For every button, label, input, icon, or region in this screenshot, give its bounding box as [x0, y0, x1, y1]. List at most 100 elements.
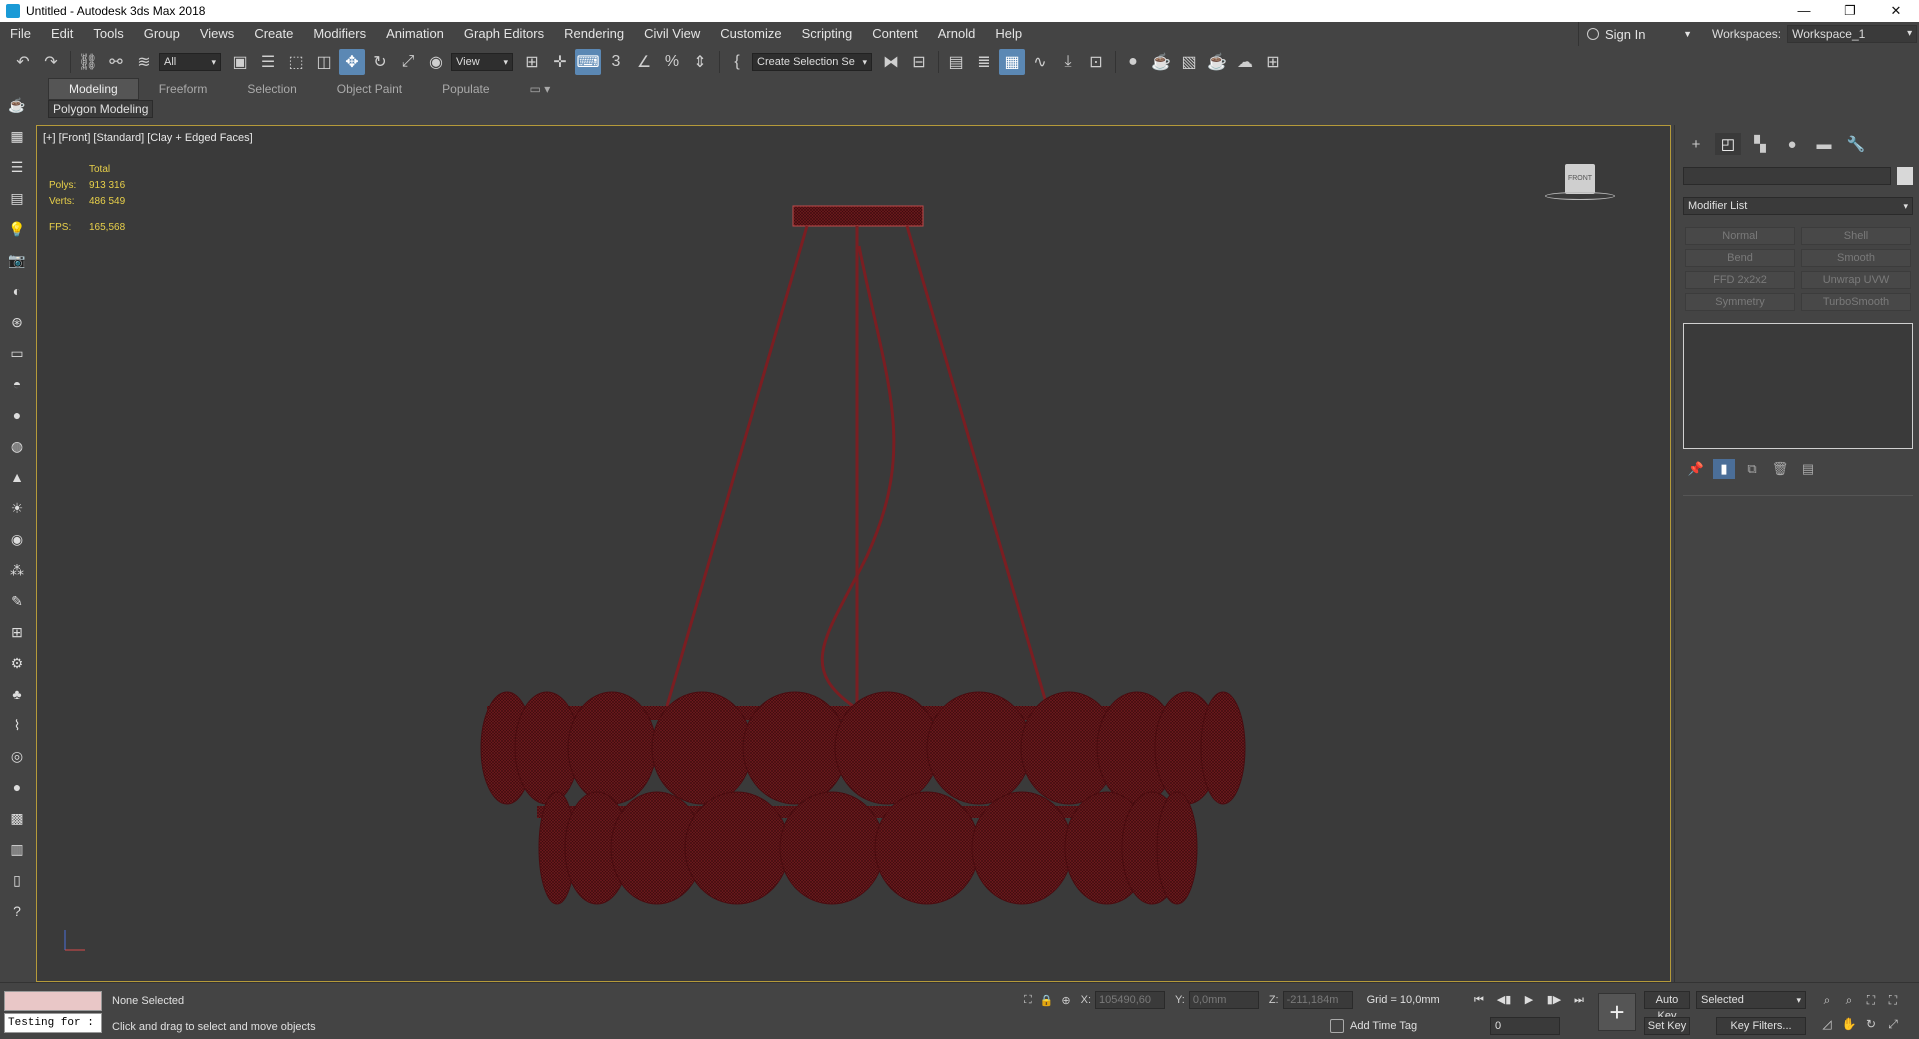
menu-create[interactable]: Create: [244, 22, 303, 46]
y-coordinate-field[interactable]: 0,0mm: [1188, 991, 1259, 1009]
select-scale-icon[interactable]: ⤢: [395, 49, 421, 75]
hierarchy-tab-icon[interactable]: ▚: [1747, 133, 1773, 155]
grid-icon[interactable]: ⊞: [6, 621, 28, 643]
script-icon[interactable]: ▥: [6, 838, 28, 860]
make-unique-icon[interactable]: ⧉: [1741, 459, 1763, 479]
pin-stack-icon[interactable]: 📌: [1685, 459, 1707, 479]
go-to-start-icon[interactable]: ⏮: [1468, 991, 1490, 1009]
modifier-list-select[interactable]: Modifier List: [1683, 197, 1913, 215]
menu-rendering[interactable]: Rendering: [554, 22, 634, 46]
restore-button[interactable]: ❐: [1827, 0, 1873, 22]
zoom-icon[interactable]: ⌕: [1816, 991, 1838, 1009]
display-tab-icon[interactable]: ▬: [1811, 133, 1837, 155]
paint-icon[interactable]: ✎: [6, 590, 28, 612]
zoom-extents-icon[interactable]: ⛶: [1860, 991, 1882, 1009]
bind-space-warp-icon[interactable]: ≋: [131, 49, 157, 75]
dope-sheet-icon[interactable]: ⤓: [1055, 49, 1081, 75]
polygon-modeling-panel[interactable]: Polygon Modeling: [48, 100, 154, 118]
maximize-viewport-icon[interactable]: ⤢: [1882, 1015, 1904, 1033]
zoom-all-icon[interactable]: ⌕: [1838, 991, 1860, 1009]
viewport-label[interactable]: [+] [Front] [Standard] [Clay + Edged Fac…: [43, 132, 253, 144]
menu-views[interactable]: Views: [190, 22, 244, 46]
select-rotate-icon[interactable]: ↻: [367, 49, 393, 75]
menu-content[interactable]: Content: [862, 22, 928, 46]
previous-frame-icon[interactable]: ◀▮: [1493, 991, 1515, 1009]
menu-group[interactable]: Group: [134, 22, 190, 46]
rendered-frame-window-icon[interactable]: ▧: [1176, 49, 1202, 75]
tab-selection[interactable]: Selection: [227, 79, 316, 99]
auto-key-button[interactable]: Auto Key: [1644, 991, 1690, 1022]
set-key-button[interactable]: Set Key: [1644, 1017, 1690, 1035]
menu-help[interactable]: Help: [985, 22, 1032, 46]
next-frame-icon[interactable]: ▮▶: [1543, 991, 1565, 1009]
configure-modifier-sets-icon[interactable]: ▤: [1797, 459, 1819, 479]
spinner-snap-icon[interactable]: ⇕: [687, 49, 713, 75]
redo-icon[interactable]: ↷: [38, 49, 64, 75]
percent-snap-icon[interactable]: %: [659, 49, 685, 75]
material-editor-icon[interactable]: ●: [1120, 49, 1146, 75]
grass-icon[interactable]: ♣: [6, 683, 28, 705]
select-place-icon[interactable]: ◉: [423, 49, 449, 75]
minimize-button[interactable]: —: [1781, 0, 1827, 22]
camera-icon[interactable]: 📷: [6, 249, 28, 271]
table-icon[interactable]: ▤: [6, 187, 28, 209]
sun-icon[interactable]: ☀: [6, 497, 28, 519]
help-icon[interactable]: ?: [6, 900, 28, 922]
app-icon[interactable]: [6, 4, 20, 18]
modifier-shell-button[interactable]: Shell: [1801, 227, 1911, 245]
menu-customize[interactable]: Customize: [710, 22, 791, 46]
modifier-normal-button[interactable]: Normal: [1685, 227, 1795, 245]
motion-tab-icon[interactable]: ●: [1779, 133, 1805, 155]
key-filters-button[interactable]: Key Filters...: [1716, 1017, 1806, 1035]
curve-editor-icon[interactable]: ∿: [1027, 49, 1053, 75]
cone-icon[interactable]: ▲: [6, 466, 28, 488]
menu-modifiers[interactable]: Modifiers: [303, 22, 376, 46]
ox-icon[interactable]: ◎: [6, 745, 28, 767]
modifier-ffd-button[interactable]: FFD 2x2x2: [1685, 271, 1795, 289]
gear-icon[interactable]: ⚙: [6, 652, 28, 674]
render-region-icon[interactable]: ⊞: [1260, 49, 1286, 75]
light-icon[interactable]: 💡: [6, 218, 28, 240]
object-color-swatch[interactable]: [1897, 167, 1913, 185]
modifier-unwrap-uvw-button[interactable]: Unwrap UVW: [1801, 271, 1911, 289]
lock-selection-icon[interactable]: 🔒: [1040, 994, 1054, 1007]
globe-icon[interactable]: ◉: [6, 528, 28, 550]
create-tab-icon[interactable]: +: [1683, 133, 1709, 155]
select-move-icon[interactable]: ✥: [339, 49, 365, 75]
show-end-result-icon[interactable]: ▮: [1713, 459, 1735, 479]
modifier-turbosmooth-button[interactable]: TurboSmooth: [1801, 293, 1911, 311]
tab-object-paint[interactable]: Object Paint: [317, 79, 422, 99]
menu-file[interactable]: File: [0, 22, 41, 46]
list-icon[interactable]: ☰: [6, 156, 28, 178]
object-name-field[interactable]: [1683, 167, 1891, 185]
go-to-end-icon[interactable]: ⏭: [1568, 991, 1590, 1009]
modifier-symmetry-button[interactable]: Symmetry: [1685, 293, 1795, 311]
selection-set-dropdown[interactable]: Selected: [1696, 991, 1806, 1009]
unlink-icon[interactable]: ⚯: [103, 49, 129, 75]
select-by-name-icon[interactable]: ☰: [255, 49, 281, 75]
named-selection-set-select[interactable]: Create Selection Se: [752, 53, 872, 71]
rect-selection-icon[interactable]: ⬚: [283, 49, 309, 75]
modifier-bend-button[interactable]: Bend: [1685, 249, 1795, 267]
menu-arnold[interactable]: Arnold: [928, 22, 986, 46]
viewport-front[interactable]: [+] [Front] [Standard] [Clay + Edged Fac…: [36, 125, 1671, 982]
play-icon[interactable]: ▶: [1518, 991, 1540, 1009]
render-icon[interactable]: ▩: [6, 807, 28, 829]
hair-icon[interactable]: ⌇: [6, 714, 28, 736]
align-icon[interactable]: ⊟: [906, 49, 932, 75]
hemisphere-icon[interactable]: ◓: [6, 373, 28, 395]
viewcube-compass[interactable]: [1545, 192, 1615, 200]
maxscript-listener-output[interactable]: [4, 991, 102, 1011]
menu-civil-view[interactable]: Civil View: [634, 22, 710, 46]
select-object-icon[interactable]: ▣: [227, 49, 253, 75]
tab-modeling[interactable]: Modeling: [48, 78, 139, 100]
zoom-extents-all-icon[interactable]: ⛶: [1882, 991, 1904, 1009]
angle-snap-icon[interactable]: ∠: [631, 49, 657, 75]
window-crossing-icon[interactable]: ◫: [311, 49, 337, 75]
reference-coordinate-select[interactable]: View: [451, 53, 513, 71]
tab-populate[interactable]: Populate: [422, 79, 509, 99]
render-setup-icon[interactable]: ☕: [1148, 49, 1174, 75]
scene-icon[interactable]: ▦: [6, 125, 28, 147]
render-production-icon[interactable]: ☕: [1204, 49, 1230, 75]
material-ball-icon[interactable]: ●: [6, 776, 28, 798]
